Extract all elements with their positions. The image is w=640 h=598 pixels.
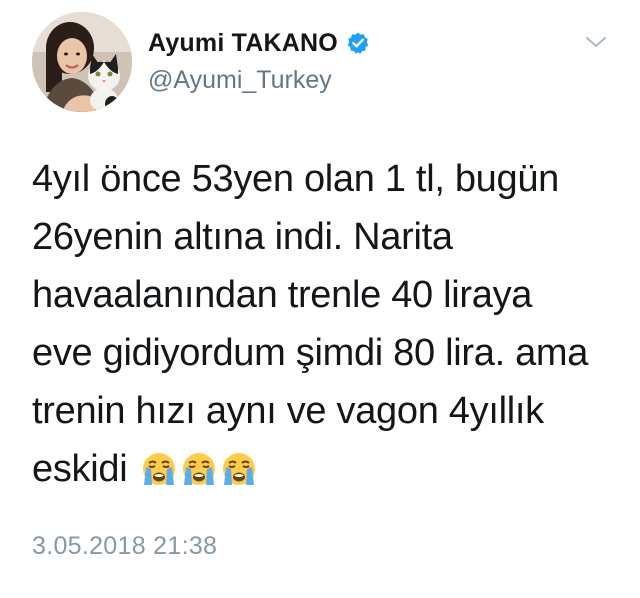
avatar[interactable] bbox=[32, 12, 132, 112]
tweet-timestamp[interactable]: 3.05.2018 21:38 bbox=[32, 532, 217, 561]
display-name[interactable]: Ayumi TAKANO bbox=[148, 29, 338, 58]
avatar-photo-icon bbox=[32, 12, 132, 112]
tweet-text: 4yıl önce 53yen olan 1 tl, bugün 26yenin… bbox=[32, 150, 622, 498]
crying-face-emoji-icon bbox=[220, 446, 258, 485]
name-row: Ayumi TAKANO bbox=[148, 26, 370, 60]
user-handle[interactable]: @Ayumi_Turkey bbox=[148, 66, 370, 95]
tweet-card: Ayumi TAKANO @Ayumi_Turkey 4yıl önce 53y… bbox=[0, 0, 640, 598]
tweet-body: 4yıl önce 53yen olan 1 tl, bugün 26yenin… bbox=[32, 158, 589, 490]
chevron-down-icon[interactable] bbox=[584, 34, 608, 50]
user-identity: Ayumi TAKANO @Ayumi_Turkey bbox=[148, 26, 370, 95]
tweet-header: Ayumi TAKANO @Ayumi_Turkey bbox=[32, 12, 616, 112]
verified-badge-icon bbox=[346, 31, 370, 55]
crying-face-emoji-icon bbox=[140, 446, 178, 485]
crying-face-emoji-icon bbox=[180, 446, 218, 485]
